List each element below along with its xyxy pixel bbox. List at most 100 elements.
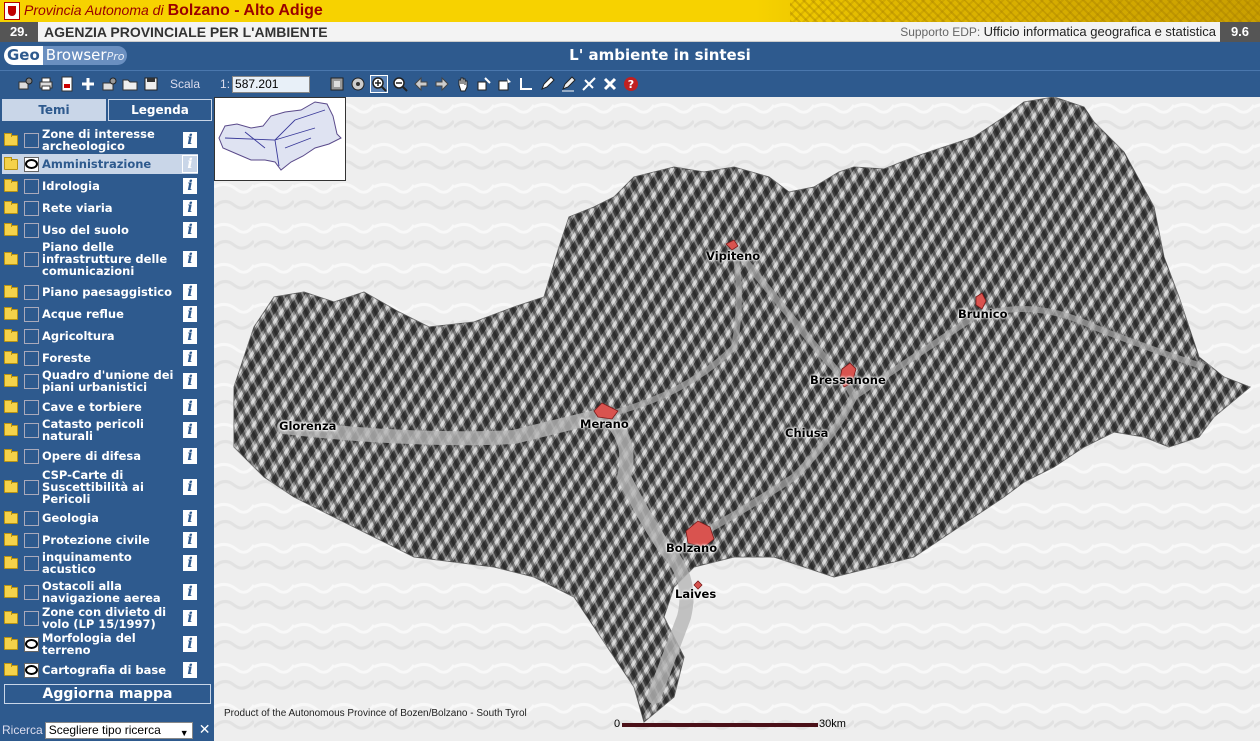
folder-icon[interactable] xyxy=(4,610,18,624)
layer-label[interactable]: Zone con divieto di volo (LP 15/1997) xyxy=(42,606,182,630)
folder-icon[interactable] xyxy=(4,328,18,342)
layers-settings-icon[interactable] xyxy=(16,75,34,93)
folder-icon[interactable] xyxy=(4,350,18,364)
layer-row[interactable]: Morfologia del terreno i xyxy=(2,631,198,657)
layer-info-icon[interactable]: i xyxy=(182,583,198,601)
layer-checkbox[interactable] xyxy=(24,399,39,415)
layer-row[interactable]: Protezione civile i xyxy=(2,530,198,550)
layer-info-icon[interactable]: i xyxy=(182,327,198,345)
layer-label[interactable]: Agricoltura xyxy=(42,330,182,342)
folder-icon[interactable] xyxy=(4,200,18,214)
layer-label[interactable]: Amministrazione xyxy=(42,158,182,170)
measure-ruler-icon[interactable] xyxy=(517,75,535,93)
overview-map[interactable] xyxy=(214,97,346,181)
layer-row[interactable]: Piano delle infrastrutture delle comunic… xyxy=(2,240,198,278)
layer-checkbox[interactable] xyxy=(24,200,39,216)
layer-row[interactable]: Geologia i xyxy=(2,508,198,528)
folder-icon[interactable] xyxy=(4,532,18,546)
layer-checkbox[interactable] xyxy=(24,584,39,600)
layer-row[interactable]: Uso del suolo i xyxy=(2,220,198,240)
layer-info-icon[interactable]: i xyxy=(182,661,198,679)
layer-info-icon[interactable]: i xyxy=(182,305,198,323)
layer-row[interactable]: Piano paesaggistico i xyxy=(2,282,198,302)
layer-row[interactable]: Foreste i xyxy=(2,348,198,368)
folder-icon[interactable] xyxy=(4,284,18,298)
layer-row[interactable]: Cave e torbiere i xyxy=(2,397,198,417)
layer-checkbox[interactable] xyxy=(24,479,39,495)
settings-icon[interactable] xyxy=(100,75,118,93)
layer-info-icon[interactable]: i xyxy=(182,509,198,527)
tab-legend[interactable]: Legenda xyxy=(108,99,212,121)
layer-checkbox[interactable] xyxy=(24,555,39,571)
layer-checkbox[interactable] xyxy=(24,510,39,526)
layer-checkbox[interactable] xyxy=(24,222,39,238)
layer-checkbox[interactable] xyxy=(24,251,39,267)
search-clear-icon[interactable]: ✕ xyxy=(199,723,211,737)
layer-row[interactable]: Idrologia i xyxy=(2,176,198,196)
layer-visible-eye-icon[interactable] xyxy=(24,662,39,678)
layer-row[interactable]: inquinamento acustico i xyxy=(2,550,198,576)
help-icon[interactable]: ? xyxy=(622,75,640,93)
folder-icon[interactable] xyxy=(4,373,18,387)
layer-row[interactable]: Amministrazione i xyxy=(2,154,198,174)
layer-checkbox[interactable] xyxy=(24,373,39,389)
open-folder-icon[interactable] xyxy=(121,75,139,93)
folder-icon[interactable] xyxy=(4,510,18,524)
zoom-extent-icon[interactable] xyxy=(349,75,367,93)
add-layer-icon[interactable] xyxy=(79,75,97,93)
layer-info-icon[interactable]: i xyxy=(182,283,198,301)
layer-label[interactable]: Piano delle infrastrutture delle comunic… xyxy=(42,241,182,277)
close-icon[interactable] xyxy=(601,75,619,93)
scale-input[interactable] xyxy=(232,75,311,93)
print-icon[interactable] xyxy=(37,75,55,93)
save-icon[interactable] xyxy=(142,75,160,93)
full-extent-icon[interactable] xyxy=(328,75,346,93)
layer-row[interactable]: Opere di difesa i xyxy=(2,446,198,466)
folder-icon[interactable] xyxy=(4,306,18,320)
draw-pencil-icon[interactable] xyxy=(538,75,556,93)
layer-label[interactable]: Uso del suolo xyxy=(42,224,182,236)
layer-info-icon[interactable]: i xyxy=(182,554,198,572)
edit-pencil-icon[interactable] xyxy=(559,75,577,93)
layer-info-icon[interactable]: i xyxy=(182,155,198,173)
layer-label[interactable]: Geologia xyxy=(42,512,182,524)
layer-label[interactable]: Piano paesaggistico xyxy=(42,286,182,298)
layer-label[interactable]: Morfologia del terreno xyxy=(42,632,182,656)
layer-checkbox[interactable] xyxy=(24,328,39,344)
layer-label[interactable]: inquinamento acustico xyxy=(42,551,182,575)
layer-checkbox[interactable] xyxy=(24,284,39,300)
layer-info-icon[interactable]: i xyxy=(182,478,198,496)
layer-checkbox[interactable] xyxy=(24,306,39,322)
layer-row[interactable]: CSP-Carte di Suscettibilità ai Pericoli i xyxy=(2,467,198,507)
layer-row[interactable]: Zone di interesse archeologico i xyxy=(2,127,198,153)
folder-icon[interactable] xyxy=(4,132,18,146)
layer-row[interactable]: Zone con divieto di volo (LP 15/1997) i xyxy=(2,605,198,631)
layer-checkbox[interactable] xyxy=(24,610,39,626)
layer-info-icon[interactable]: i xyxy=(182,372,198,390)
folder-icon[interactable] xyxy=(4,222,18,236)
pan-hand-icon[interactable] xyxy=(454,75,472,93)
layer-label[interactable]: Zone di interesse archeologico xyxy=(42,128,182,152)
layer-visible-eye-icon[interactable] xyxy=(24,156,39,172)
layer-label[interactable]: Cave e torbiere xyxy=(42,401,182,413)
layer-checkbox[interactable] xyxy=(24,422,39,438)
layer-checkbox[interactable] xyxy=(24,132,39,148)
update-map-button[interactable]: Aggiorna mappa xyxy=(4,684,211,704)
layer-row[interactable]: Agricoltura i xyxy=(2,326,198,346)
folder-icon[interactable] xyxy=(4,251,18,265)
back-arrow-icon[interactable] xyxy=(412,75,430,93)
layer-info-icon[interactable]: i xyxy=(182,609,198,627)
layer-label[interactable]: Acque reflue xyxy=(42,308,182,320)
folder-icon[interactable] xyxy=(4,479,18,493)
layer-checkbox[interactable] xyxy=(24,532,39,548)
layer-label[interactable]: CSP-Carte di Suscettibilità ai Pericoli xyxy=(42,469,182,505)
layer-info-icon[interactable]: i xyxy=(182,531,198,549)
clear-selection-icon[interactable] xyxy=(580,75,598,93)
layer-label[interactable]: Idrologia xyxy=(42,180,182,192)
layer-info-icon[interactable]: i xyxy=(182,447,198,465)
layer-info-icon[interactable]: i xyxy=(182,398,198,416)
zoom-in-icon[interactable] xyxy=(370,75,389,93)
layer-info-icon[interactable]: i xyxy=(182,131,198,149)
layer-info-icon[interactable]: i xyxy=(182,199,198,217)
layer-row[interactable]: Catasto pericoli naturali i xyxy=(2,417,198,443)
